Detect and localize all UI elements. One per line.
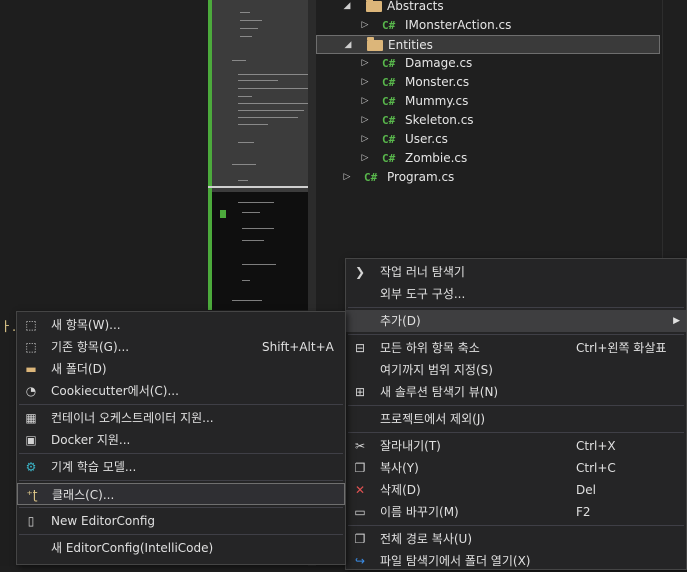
menu-item-copy-full-path[interactable]: ❐ 전체 경로 복사(U): [346, 528, 686, 550]
menu-separator: [19, 453, 343, 454]
expand-arrow-icon[interactable]: ◢: [343, 36, 353, 55]
menu-item-new-editorconfig-intellicode[interactable]: 새 EditorConfig(IntelliCode): [17, 537, 345, 559]
csharp-file-icon: C#: [382, 19, 396, 32]
add-submenu: ⬚ 새 항목(W)... ⬚ 기존 항목(G)... Shift+Alt+A ▬…: [16, 311, 346, 565]
tree-item-abstracts[interactable]: ◢ Abstracts: [316, 0, 660, 16]
container-icon: ▦: [25, 411, 37, 425]
menu-item-existing-item[interactable]: ⬚ 기존 항목(G)... Shift+Alt+A: [17, 336, 345, 358]
expand-arrow-icon[interactable]: ◢: [342, 0, 352, 16]
minimap[interactable]: [212, 0, 308, 310]
tree-item-program[interactable]: ▷ C# Program.cs: [316, 168, 660, 187]
menu-separator: [19, 480, 343, 481]
tree-item-entities[interactable]: ◢ Entities: [316, 35, 660, 54]
copy-path-icon: ❐: [354, 532, 366, 546]
menu-item-open-in-file-explorer[interactable]: ↪ 파일 탐색기에서 폴더 열기(X): [346, 550, 686, 572]
existing-item-icon: ⬚: [25, 340, 37, 354]
tree-item-mummy[interactable]: ▷ C# Mummy.cs: [316, 92, 660, 111]
collapse-arrow-icon[interactable]: ▷: [360, 54, 370, 73]
menu-item-new-editorconfig[interactable]: ▯ New EditorConfig: [17, 510, 345, 532]
menu-item-external-tools[interactable]: 외부 도구 구성...: [346, 283, 686, 305]
csharp-file-icon: C#: [382, 95, 396, 108]
new-folder-icon: ▬: [25, 362, 37, 376]
tree-item-damage[interactable]: ▷ C# Damage.cs: [316, 54, 660, 73]
tree-item-skeleton[interactable]: ▷ C# Skeleton.cs: [316, 111, 660, 130]
menu-item-cut[interactable]: ✂ 잘라내기(T) Ctrl+X: [346, 435, 686, 457]
menu-item-new-folder[interactable]: ▬ 새 폴더(D): [17, 358, 345, 380]
menu-separator: [348, 307, 684, 308]
collapse-icon: ⊟: [354, 341, 366, 355]
collapse-arrow-icon[interactable]: ▷: [360, 130, 370, 149]
delete-icon: ✕: [354, 483, 366, 497]
ml-model-icon: ⚙: [25, 460, 37, 474]
menu-separator: [348, 525, 684, 526]
csharp-file-icon: C#: [382, 114, 396, 127]
menu-item-container-orchestrator[interactable]: ▦ 컨테이너 오케스트레이터 지원...: [17, 407, 345, 429]
menu-item-docker-support[interactable]: ▣ Docker 지원...: [17, 429, 345, 451]
collapse-arrow-icon[interactable]: ▷: [360, 73, 370, 92]
menu-item-class[interactable]: ⁺ʈ 클래스(C)...: [17, 483, 345, 505]
collapse-arrow-icon[interactable]: ▷: [360, 92, 370, 111]
menu-item-scope-to-this[interactable]: 여기까지 범위 지정(S): [346, 359, 686, 381]
menu-item-copy[interactable]: ❐ 복사(Y) Ctrl+C: [346, 457, 686, 479]
rename-icon: ▭: [354, 505, 366, 519]
tree-item-user[interactable]: ▷ C# User.cs: [316, 130, 660, 149]
docker-icon: ▣: [25, 433, 37, 447]
new-item-icon: ⬚: [25, 318, 37, 332]
context-menu: ❯ 작업 러너 탐색기 외부 도구 구성... 추가(D) ▶ ⊟ 모든 하위 …: [345, 258, 687, 570]
menu-item-add[interactable]: 추가(D) ▶: [346, 310, 686, 332]
tree-item-imonsteraction[interactable]: ▷ C# IMonsterAction.cs: [316, 16, 660, 35]
tree-item-zombie[interactable]: ▷ C# Zombie.cs: [316, 149, 660, 168]
menu-separator: [348, 432, 684, 433]
menu-item-new-explorer-view[interactable]: ⊞ 새 솔루션 탐색기 뷰(N): [346, 381, 686, 403]
chevron-right-icon: ❯: [354, 265, 366, 279]
new-view-icon: ⊞: [354, 385, 366, 399]
menu-item-ml-model[interactable]: ⚙ 기계 학습 모델...: [17, 456, 345, 478]
menu-item-cookiecutter[interactable]: ◔ Cookiecutter에서(C)...: [17, 380, 345, 402]
csharp-file-icon: C#: [364, 171, 378, 184]
cookiecutter-icon: ◔: [25, 384, 37, 398]
menu-separator: [19, 534, 343, 535]
open-folder-icon: ↪: [354, 554, 366, 568]
cut-icon: ✂: [354, 439, 366, 453]
csharp-file-icon: C#: [382, 57, 396, 70]
editor-text-fragment: ㅏ.: [0, 320, 17, 335]
menu-item-exclude-from-project[interactable]: 프로젝트에서 제외(J): [346, 408, 686, 430]
copy-icon: ❐: [354, 461, 366, 475]
csharp-file-icon: C#: [382, 133, 396, 146]
menu-separator: [348, 334, 684, 335]
minimap-viewport[interactable]: [212, 192, 308, 310]
menu-item-collapse-all[interactable]: ⊟ 모든 하위 항목 축소 Ctrl+왼쪽 화살표: [346, 337, 686, 359]
menu-item-task-runner-explorer[interactable]: ❯ 작업 러너 탐색기: [346, 261, 686, 283]
folder-icon: [366, 0, 382, 12]
menu-item-new-item[interactable]: ⬚ 새 항목(W)...: [17, 314, 345, 336]
folder-icon: [367, 37, 383, 51]
menu-item-delete[interactable]: ✕ 삭제(D) Del: [346, 479, 686, 501]
csharp-file-icon: C#: [382, 76, 396, 89]
menu-separator: [348, 405, 684, 406]
collapse-arrow-icon[interactable]: ▷: [360, 16, 370, 35]
csharp-file-icon: C#: [382, 152, 396, 165]
menu-item-rename[interactable]: ▭ 이름 바꾸기(M) F2: [346, 501, 686, 523]
class-icon: ⁺ʈ: [26, 488, 38, 502]
tree-item-monster[interactable]: ▷ C# Monster.cs: [316, 73, 660, 92]
minimap-marker: [220, 210, 226, 218]
collapse-arrow-icon[interactable]: ▷: [342, 168, 352, 187]
menu-separator: [19, 404, 343, 405]
minimap-divider: [208, 186, 308, 188]
collapse-arrow-icon[interactable]: ▷: [360, 111, 370, 130]
collapse-arrow-icon[interactable]: ▷: [360, 149, 370, 168]
editorconfig-icon: ▯: [27, 514, 35, 528]
submenu-arrow-icon: ▶: [673, 316, 680, 326]
menu-separator: [19, 507, 343, 508]
